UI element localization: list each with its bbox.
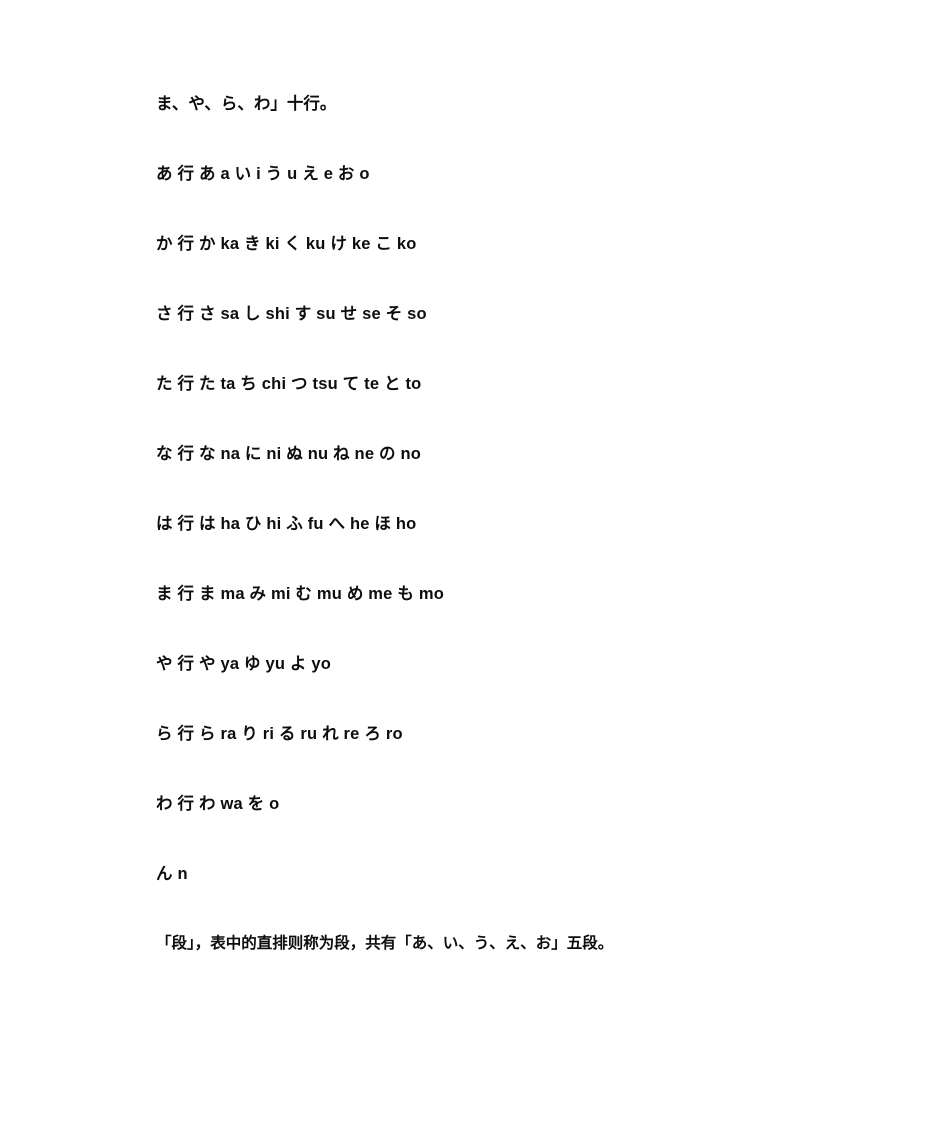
gojuon-row-na: な 行 な na に ni ぬ nu ね ne の no bbox=[156, 445, 422, 463]
gojuon-row-a: あ 行 あ a い i う u え e お o bbox=[156, 165, 370, 183]
gojuon-row-ha: は 行 は ha ひ hi ふ fu へ he ほ ho bbox=[156, 515, 417, 533]
gojuon-row-ta: た 行 た ta ち chi つ tsu て te と to bbox=[156, 375, 422, 393]
paragraph-intro-tail: ま、や、ら、わ」十行。 bbox=[156, 95, 337, 113]
gojuon-row-sa: さ 行 さ sa し shi す su せ se そ so bbox=[156, 305, 427, 323]
document-body: ま、や、ら、わ」十行。 あ 行 あ a い i う u え e お o か 行 … bbox=[156, 96, 816, 1006]
document-page: ま、や、ら、わ」十行。 あ 行 あ a い i う u え e お o か 行 … bbox=[0, 0, 945, 1123]
gojuon-row-wa: わ 行 わ wa を o bbox=[156, 795, 280, 813]
gojuon-row-ya: や 行 や ya ゆ yu よ yo bbox=[156, 655, 332, 673]
gojuon-row-n: ん n bbox=[156, 865, 188, 883]
gojuon-row-ma: ま 行 ま ma み mi む mu め me も mo bbox=[156, 585, 444, 603]
paragraph-closing: 「段」，表中的直排则称为段，共有「あ、い、う、え、お」五段。 bbox=[156, 935, 614, 952]
gojuon-row-ra: ら 行 ら ra り ri る ru れ re ろ ro bbox=[156, 725, 403, 743]
gojuon-row-ka: か 行 か ka き ki く ku け ke こ ko bbox=[156, 235, 417, 253]
